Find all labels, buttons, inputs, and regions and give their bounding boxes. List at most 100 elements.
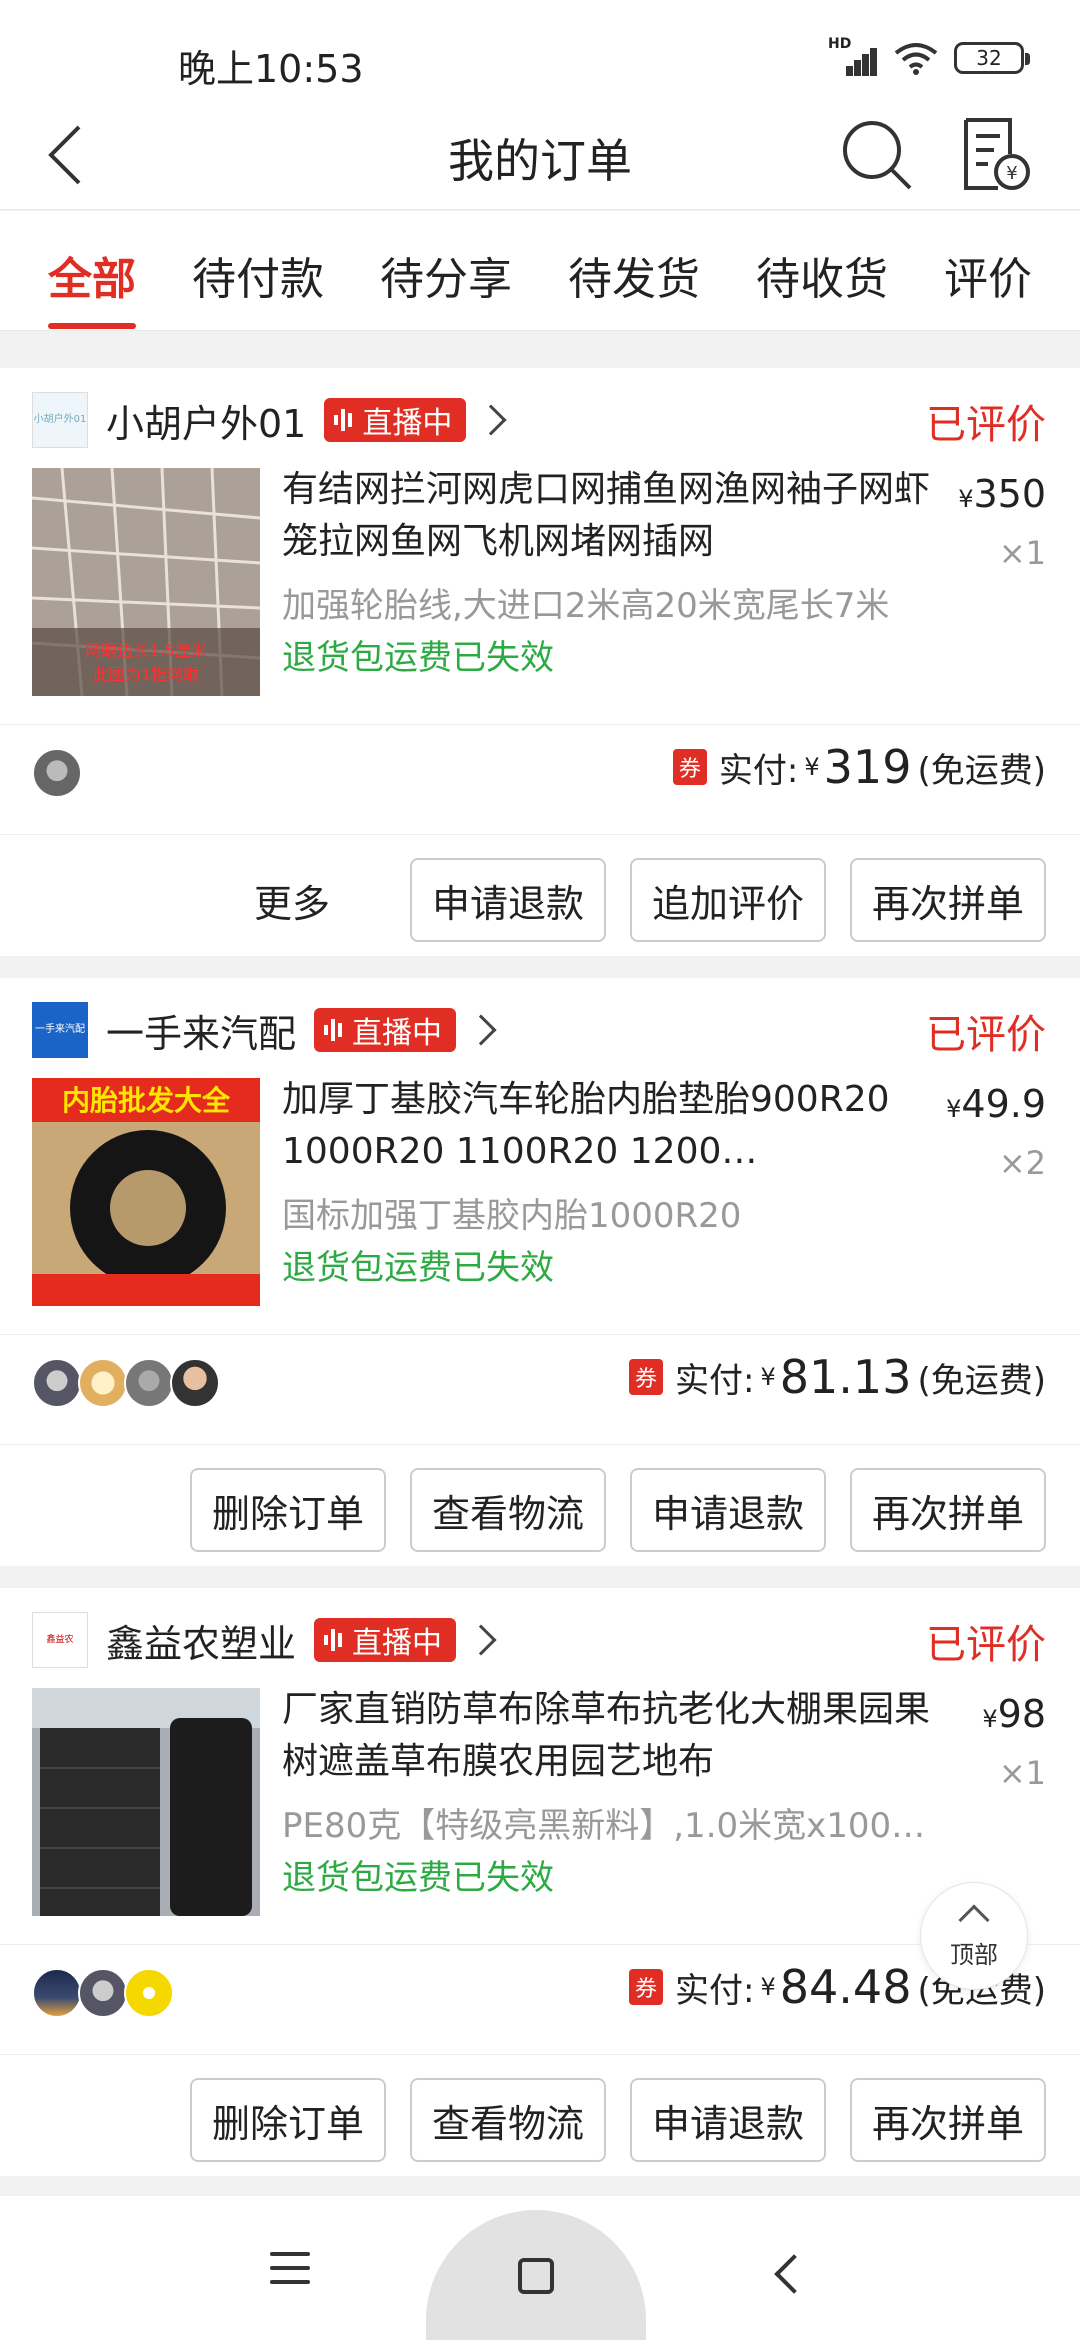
order-card: 小胡户外01 小胡户外01 直播中 已评价 网眼边长1.5厘米 此图为1指网眼 … [0, 368, 1080, 956]
signal-icon: HD [828, 36, 878, 76]
order-card: 一手来汽配 一手来汽配 直播中 已评价 内胎批发大全 加厚丁基胶汽车轮胎内胎垫胎… [0, 978, 1080, 1566]
shop-logo: 一手来汽配 [32, 1002, 88, 1058]
paid-label: 实付: [718, 750, 799, 791]
live-icon [324, 1019, 343, 1041]
divider [0, 834, 1080, 835]
shop-name: 一手来汽配 [106, 1011, 297, 1056]
search-icon[interactable] [840, 118, 914, 192]
group-avatars [32, 748, 82, 798]
divider [0, 724, 1080, 725]
avatar [124, 1358, 174, 1408]
request-refund-button[interactable]: 申请退款 [630, 1468, 826, 1552]
delete-order-button[interactable]: 删除订单 [190, 2078, 386, 2162]
svg-text:¥: ¥ [1006, 163, 1017, 184]
network-type-label: HD [828, 36, 852, 52]
paid-label: 实付: [675, 1360, 755, 1401]
more-button[interactable]: 更多 [254, 873, 330, 928]
paid-label: 实付: [675, 1970, 755, 2011]
avatar [78, 1968, 128, 2018]
coupon-badge: 券 [629, 1359, 664, 1395]
paid-amount: 81.13 [779, 1350, 912, 1404]
avatar [78, 1358, 128, 1408]
reorder-button[interactable]: 再次拼单 [850, 858, 1046, 942]
reorder-button[interactable]: 再次拼单 [850, 1468, 1046, 1552]
menu-icon[interactable] [270, 2252, 310, 2294]
divider [0, 1944, 1080, 1945]
avatar [32, 1358, 82, 1408]
quantity: ×2 [998, 1144, 1046, 1182]
back-to-top-label: 顶部 [950, 1940, 998, 1969]
shop-header[interactable]: 一手来汽配 一手来汽配 直播中 [32, 1002, 497, 1058]
chevron-right-icon [465, 1624, 497, 1656]
battery-level: 32 [976, 46, 1002, 70]
product-image[interactable]: 内胎批发大全 [32, 1078, 260, 1306]
divider [0, 1334, 1080, 1335]
divider [0, 2054, 1080, 2055]
add-review-button[interactable]: 追加评价 [630, 858, 826, 942]
request-refund-button[interactable]: 申请退款 [410, 858, 606, 942]
svg-text:内胎批发大全: 内胎批发大全 [62, 1084, 231, 1117]
request-refund-button[interactable]: 申请退款 [630, 2078, 826, 2162]
return-policy: 退货包运费已失效 [282, 638, 554, 678]
product-image[interactable] [32, 1688, 260, 1916]
order-actions: 更多 申请退款 追加评价 再次拼单 [254, 858, 1046, 942]
shop-name: 鑫益农塑业 [106, 1621, 297, 1666]
shop-name: 小胡户外01 [106, 401, 307, 446]
active-tab-indicator [48, 323, 136, 329]
paid-amount: 84.48 [779, 1960, 912, 2014]
tab-review[interactable]: 评价 [944, 243, 1032, 307]
order-status: 已评价 [926, 1622, 1046, 1668]
avatar [32, 748, 82, 798]
order-actions: 删除订单 查看物流 申请退款 再次拼单 [166, 1468, 1046, 1552]
tab-pending-shipment[interactable]: 待发货 [568, 243, 700, 307]
paid-total: 券 实付: ¥ 81.13 (免运费) [629, 1350, 1046, 1404]
view-logistics-button[interactable]: 查看物流 [410, 1468, 606, 1552]
tab-all[interactable]: 全部 [48, 243, 136, 307]
product-title[interactable]: 加厚丁基胶汽车轮胎内胎垫胎900R20 1000R20 1100R20 1200… [282, 1074, 942, 1178]
svg-text:此图为1指网眼: 此图为1指网眼 [93, 665, 199, 684]
divider [0, 1444, 1080, 1445]
shop-header[interactable]: 鑫益农 鑫益农塑业 直播中 [32, 1612, 497, 1668]
coupon-badge: 券 [672, 749, 707, 785]
shipping-note: (免运费) [917, 1360, 1046, 1401]
back-to-top-button[interactable]: 顶部 [920, 1882, 1028, 1990]
home-icon [518, 2258, 554, 2294]
live-icon [324, 1629, 343, 1651]
paid-amount: 319 [823, 740, 912, 794]
live-badge: 直播中 [324, 398, 467, 442]
order-status: 已评价 [926, 1012, 1046, 1058]
unit-price: ¥98 [982, 1692, 1046, 1736]
view-logistics-button[interactable]: 查看物流 [410, 2078, 606, 2162]
battery-icon: 32 [954, 42, 1030, 74]
bill-icon[interactable]: ¥ [958, 114, 1032, 194]
delete-order-button[interactable]: 删除订单 [190, 1468, 386, 1552]
unit-price: ¥350 [958, 472, 1046, 516]
chevron-right-icon [465, 1014, 497, 1046]
back-icon[interactable] [774, 2254, 814, 2294]
system-icons: HD 32 [828, 36, 1030, 76]
shop-logo: 小胡户外01 [32, 392, 88, 448]
tab-pending-payment[interactable]: 待付款 [192, 243, 324, 307]
chevron-right-icon [475, 404, 507, 436]
wifi-icon [894, 43, 938, 75]
live-badge: 直播中 [314, 1618, 457, 1662]
product-title[interactable]: 厂家直销防草布除草布抗老化大棚果园果树遮盖草布膜农用园艺地布 [282, 1684, 942, 1788]
shop-logo: 鑫益农 [32, 1612, 88, 1668]
shop-header[interactable]: 小胡户外01 小胡户外01 直播中 [32, 392, 507, 448]
shipping-note: (免运费) [917, 750, 1046, 791]
product-title[interactable]: 有结网拦河网虎口网捕鱼网渔网袖子网虾笼拉网鱼网飞机网堵网插网 [282, 464, 942, 568]
avatar [124, 1968, 174, 2018]
tab-pending-share[interactable]: 待分享 [380, 243, 512, 307]
return-policy: 退货包运费已失效 [282, 1858, 554, 1898]
svg-text:网眼边长1.5厘米: 网眼边长1.5厘米 [85, 641, 206, 660]
order-card: 鑫益农 鑫益农塑业 直播中 已评价 厂家直销防草布除草布抗老化大棚果园果树遮盖草… [0, 1588, 1080, 2176]
quantity: ×1 [998, 1754, 1046, 1792]
reorder-button[interactable]: 再次拼单 [850, 2078, 1046, 2162]
product-image[interactable]: 网眼边长1.5厘米 此图为1指网眼 [32, 468, 260, 696]
tab-pending-receipt[interactable]: 待收货 [756, 243, 888, 307]
order-actions: 删除订单 查看物流 申请退款 再次拼单 [166, 2078, 1046, 2162]
group-avatars [32, 1968, 174, 2018]
product-spec: PE80克【特级亮黑新料】,1.0米宽x100… [282, 1806, 926, 1846]
order-status: 已评价 [926, 402, 1046, 448]
return-policy: 退货包运费已失效 [282, 1248, 554, 1288]
